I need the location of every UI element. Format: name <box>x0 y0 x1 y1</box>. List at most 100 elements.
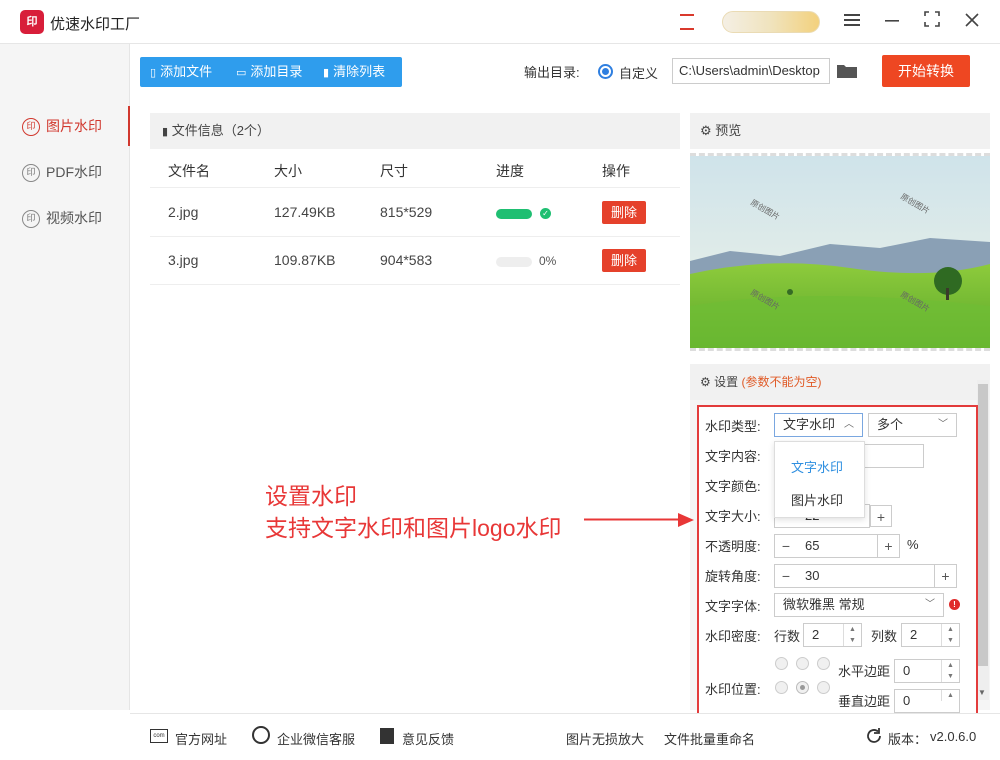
scroll-thumb[interactable] <box>978 384 988 666</box>
decoration-mark <box>680 14 694 30</box>
rotation-value: 30 <box>805 568 820 583</box>
custom-dir-label: 自定义 <box>619 66 659 81</box>
rows-up-icon[interactable]: ▲ <box>843 624 861 635</box>
dropdown-option-text-watermark[interactable]: 文字水印 <box>791 457 843 476</box>
custom-dir-radio[interactable] <box>598 64 613 79</box>
cols-down-icon[interactable]: ▼ <box>941 635 959 646</box>
account-badge[interactable] <box>722 11 820 33</box>
cols-value: 2 <box>910 627 918 642</box>
sidebar-item-video-watermark[interactable]: 印视频水印 <box>0 198 130 238</box>
lossless-upscale-link[interactable]: 图片无损放大 <box>566 729 644 748</box>
folder-icon: ▭ <box>236 67 247 79</box>
browse-folder-icon[interactable] <box>836 63 858 79</box>
font-value: 微软雅黑 常规 <box>783 597 865 612</box>
file-dimensions: 815*529 <box>380 204 433 220</box>
scroll-down-icon[interactable]: ▼ <box>978 688 986 697</box>
rows-down-icon[interactable]: ▼ <box>843 635 861 646</box>
sidebar-item-image-watermark[interactable]: 印图片水印 <box>0 106 130 146</box>
clear-list-label: 清除列表 <box>333 64 386 79</box>
v-margin-up-icon[interactable]: ▲ <box>941 690 959 701</box>
table-header: 文件名 大小 尺寸 进度 操作 <box>150 150 680 188</box>
gear-icon: ⚙ <box>700 123 712 138</box>
file-dimensions: 904*583 <box>380 252 433 268</box>
minimize-icon[interactable] <box>880 10 904 34</box>
position-radio[interactable] <box>775 681 788 694</box>
document-icon: ▮ <box>162 126 169 138</box>
opacity-increase-button[interactable]: + <box>877 535 899 557</box>
add-directory-button[interactable]: ▭ 添加目录 <box>236 57 302 87</box>
file-name: 2.jpg <box>168 204 199 220</box>
clear-list-button[interactable]: ▮ 清除列表 <box>323 57 385 87</box>
size-increase-button[interactable]: + <box>870 505 892 527</box>
table-row[interactable]: 3.jpg 109.87KB 904*583 0% 删除 <box>150 237 680 285</box>
watermark-type-value: 文字水印 <box>783 417 836 432</box>
add-file-button[interactable]: ▯ 添加文件 <box>150 57 212 87</box>
refresh-icon[interactable] <box>865 727 883 745</box>
progress-bar <box>496 209 532 219</box>
watermark-type-dropdown: 文字水印 图片水印 <box>774 441 865 518</box>
position-radio[interactable] <box>817 681 830 694</box>
column-header: 操作 <box>602 163 630 179</box>
rotation-label: 旋转角度: <box>705 569 761 584</box>
opacity-label: 不透明度: <box>705 539 761 554</box>
stamp-icon: 印 <box>22 210 40 229</box>
dropdown-option-image-watermark[interactable]: 图片水印 <box>791 490 843 509</box>
watermark-count-value: 多个 <box>877 417 904 432</box>
output-dir-label: 输出目录: <box>524 65 580 80</box>
rows-value: 2 <box>812 627 820 642</box>
density-label: 水印密度: <box>705 629 761 644</box>
table-row[interactable]: 2.jpg 127.49KB 815*529 ✓ 删除 <box>150 189 680 237</box>
rotation-increase-button[interactable]: + <box>934 565 956 587</box>
wechat-support-link[interactable]: 企业微信客服 <box>277 729 355 748</box>
version-number: v2.0.6.0 <box>930 729 977 744</box>
rotation-decrease-button[interactable]: − <box>775 565 797 587</box>
text-color-label: 文字颜色: <box>705 479 761 494</box>
file-icon: ▯ <box>150 67 157 79</box>
text-content-input[interactable] <box>862 444 924 468</box>
cols-label: 列数 <box>871 629 898 644</box>
app-title: 优速水印工厂 <box>50 16 141 33</box>
feedback-link[interactable]: 意见反馈 <box>402 729 454 748</box>
warning-icon: ! <box>949 599 960 610</box>
file-size: 109.87KB <box>274 252 336 268</box>
h-margin-up-icon[interactable]: ▲ <box>941 660 959 671</box>
website-link[interactable]: 官方网址 <box>175 729 227 748</box>
start-convert-button[interactable]: 开始转换 <box>882 55 970 87</box>
h-margin-down-icon[interactable]: ▼ <box>941 671 959 682</box>
opacity-decrease-button[interactable]: − <box>775 535 797 557</box>
file-size: 127.49KB <box>274 204 336 220</box>
file-info-title: 文件信息（2个） <box>171 123 270 138</box>
position-radio-selected[interactable] <box>796 681 809 694</box>
maximize-icon[interactable] <box>920 10 944 34</box>
position-radio[interactable] <box>775 657 788 670</box>
cols-up-icon[interactable]: ▲ <box>941 624 959 635</box>
opacity-value: 65 <box>805 538 820 553</box>
position-radio[interactable] <box>796 657 809 670</box>
chevron-down-icon: ﹀ <box>938 419 948 430</box>
batch-rename-link[interactable]: 文件批量重命名 <box>664 729 755 748</box>
column-header: 进度 <box>496 163 524 179</box>
output-path-input[interactable]: C:\Users\admin\Desktop <box>672 58 830 84</box>
text-size-label: 文字大小: <box>705 509 761 524</box>
font-select[interactable]: 微软雅黑 常规 ﹀ <box>774 593 944 617</box>
position-radio[interactable] <box>817 657 830 670</box>
menu-icon[interactable] <box>840 10 864 34</box>
wechat-icon <box>252 726 270 744</box>
stamp-icon: 印 <box>22 118 40 137</box>
v-margin-value: 0 <box>903 693 911 708</box>
delete-button[interactable]: 删除 <box>602 201 646 224</box>
settings-header: ⚙ 设置 (参数不能为空) <box>690 364 990 400</box>
sidebar: 印图片水印 印 PDF水印 印视频水印 <box>0 44 130 710</box>
column-header: 大小 <box>274 163 302 179</box>
check-icon: ✓ <box>540 208 551 219</box>
delete-button[interactable]: 删除 <box>602 249 646 272</box>
preview-header: ⚙ 预览 <box>690 113 990 149</box>
gear-icon: ⚙ <box>700 375 711 389</box>
close-icon[interactable] <box>960 10 984 34</box>
sidebar-item-pdf-watermark[interactable]: 印 PDF水印 <box>0 152 130 192</box>
rotation-input[interactable]: 30 <box>774 564 957 588</box>
version-label: 版本： <box>888 732 928 747</box>
watermark-type-select[interactable]: 文字水印 ︿ <box>774 413 863 437</box>
watermark-count-select[interactable]: 多个 ﹀ <box>868 413 957 437</box>
font-label: 文字字体: <box>705 599 761 614</box>
